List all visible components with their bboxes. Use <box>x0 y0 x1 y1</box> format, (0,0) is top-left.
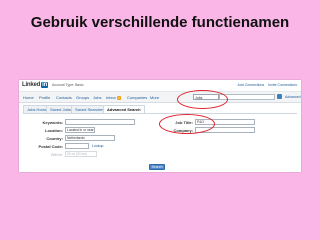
nav-item-contacts[interactable]: Contacts <box>56 95 72 100</box>
top-links: Add Connections Invite Connections <box>235 83 297 87</box>
nav-item-more[interactable]: More <box>150 95 159 100</box>
invite-connections-link[interactable]: Invite Connections <box>268 83 297 87</box>
country-select[interactable]: Netherlands <box>65 135 115 141</box>
linkedin-screenshot: Linked in Account Type: Basic Add Connect… <box>19 80 301 172</box>
top-bar: Linked in Account Type: Basic Add Connect… <box>19 80 301 92</box>
tab-advanced-search[interactable]: Advanced Search <box>103 105 145 113</box>
within-label: Within: <box>50 152 63 157</box>
nav-item-jobs[interactable]: Jobs <box>93 95 101 100</box>
linkedin-logo[interactable]: Linked in <box>22 82 49 88</box>
postal-code-label: Postal Code: <box>38 144 63 149</box>
search-button[interactable]: Search <box>149 164 165 170</box>
nav-item-inbox[interactable]: Inbox 4 <box>106 95 121 100</box>
nav-item-home[interactable]: Home <box>23 95 34 100</box>
tab-divider <box>23 113 297 114</box>
nav-item-profile[interactable]: Profile <box>39 95 50 100</box>
nav-item-groups[interactable]: Groups <box>76 95 89 100</box>
inbox-badge: 4 <box>116 96 121 100</box>
nav-bar: Home Profile Contacts Groups Jobs Inbox … <box>19 92 301 103</box>
account-type: Account Type: Basic <box>52 83 84 87</box>
location-label: Location: <box>45 128 63 133</box>
slide-title: Gebruik verschillende functienamen <box>30 14 290 31</box>
within-select[interactable]: 50 mi (80 km) <box>65 151 97 157</box>
keywords-label: Keywords: <box>42 120 63 125</box>
nav-item-companies[interactable]: Companies <box>127 95 147 100</box>
add-connections-link[interactable]: Add Connections <box>238 83 265 87</box>
job-title-highlight-circle <box>159 114 215 134</box>
country-label: Country: <box>46 136 63 141</box>
postal-code-input[interactable] <box>65 143 89 149</box>
search-icon[interactable] <box>277 94 282 99</box>
advanced-search-link[interactable]: Advanced <box>285 95 301 99</box>
keywords-input[interactable] <box>65 119 135 125</box>
search-highlight-circle <box>177 90 228 109</box>
location-select[interactable]: Located in or near: <box>65 127 95 133</box>
postal-lookup-link[interactable]: Lookup <box>92 144 103 148</box>
